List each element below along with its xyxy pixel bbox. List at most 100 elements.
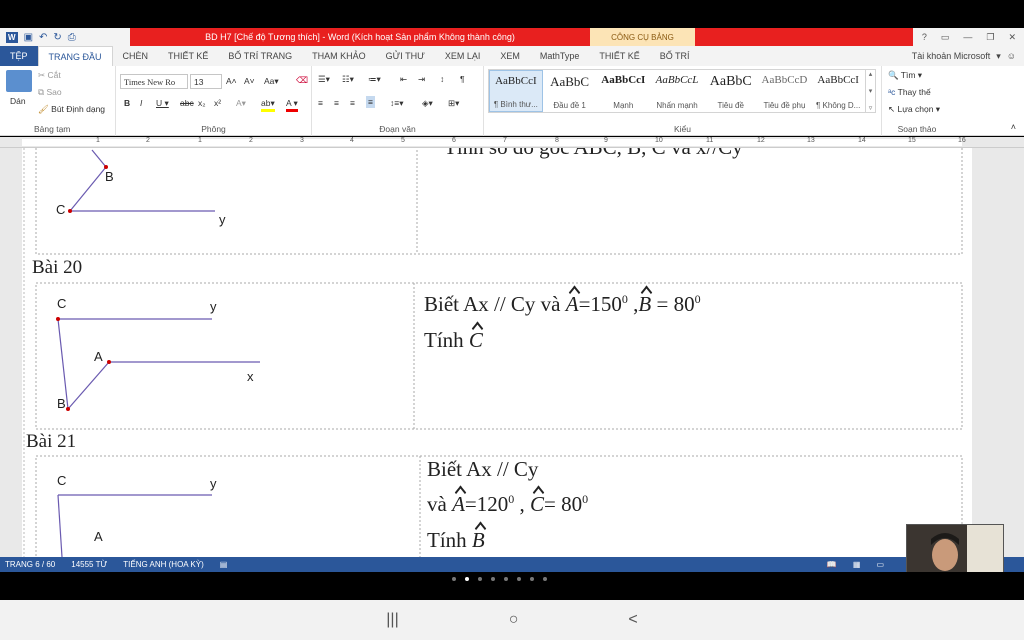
macro-icon[interactable]: ▤ <box>220 560 228 569</box>
page-dot[interactable] <box>491 577 495 581</box>
show-marks-icon[interactable]: ¶ <box>460 74 465 84</box>
borders-icon[interactable]: ⊞▾ <box>448 98 459 109</box>
horizontal-ruler[interactable]: 1 2 1 2 3 4 5 6 7 8 9 10 11 12 13 14 15 … <box>0 137 1024 148</box>
increase-indent-icon[interactable]: ⇥ <box>418 74 425 85</box>
chevron-up-icon[interactable]: ▴ <box>869 70 873 78</box>
text: , <box>514 492 530 516</box>
tab-review[interactable]: XEM LẠI <box>435 46 491 66</box>
help-icon[interactable]: ? <box>922 32 927 42</box>
tab-page-layout[interactable]: BỐ TRÍ TRANG <box>218 46 302 66</box>
italic-icon[interactable]: I <box>140 98 142 108</box>
tab-mailings[interactable]: GỬI THƯ <box>376 46 435 66</box>
multilevel-list-icon[interactable]: ≔▾ <box>368 74 381 85</box>
cut-button[interactable]: ✂ Cắt <box>38 70 61 81</box>
page-dot[interactable] <box>543 577 547 581</box>
page-count[interactable]: TRANG 6 / 60 <box>5 560 55 569</box>
recent-apps-icon[interactable]: ||| <box>386 611 398 629</box>
ruler-number: 1 <box>198 137 202 144</box>
styles-scroll[interactable]: ▴ ▾ ▿ <box>865 70 875 112</box>
tab-view[interactable]: XEM <box>490 46 530 66</box>
style-emphasis[interactable]: AaBbCcL Nhấn mạnh <box>650 70 704 112</box>
tab-references[interactable]: THAM KHẢO <box>302 46 376 66</box>
restore-icon[interactable]: ❐ <box>986 32 994 43</box>
text: và <box>427 492 453 516</box>
word-count[interactable]: 14555 TỪ <box>71 560 107 569</box>
tab-file[interactable]: TỆP <box>0 46 38 66</box>
close-icon[interactable]: ✕ <box>1008 32 1016 43</box>
align-center-icon[interactable]: ≡ <box>334 98 339 108</box>
tab-mathtype[interactable]: MathType <box>530 46 590 66</box>
grow-font-icon[interactable]: A˄ <box>226 76 237 86</box>
page-dot[interactable] <box>530 577 534 581</box>
print-preview-icon[interactable]: ⎙ <box>68 32 76 43</box>
web-layout-icon[interactable]: ▭ <box>876 560 884 569</box>
format-painter-button[interactable]: 🖌 Bút Định dạng <box>38 104 105 115</box>
page-dot-active[interactable] <box>465 577 469 581</box>
superscript-icon[interactable]: x² <box>214 98 221 108</box>
page-dot[interactable] <box>478 577 482 581</box>
ribbon-display-icon[interactable]: ▭ <box>941 32 950 43</box>
style-subtitle[interactable]: AaBbCcD Tiêu đề phụ <box>758 70 812 112</box>
text-effects-icon[interactable]: A▾ <box>236 98 246 109</box>
read-mode-icon[interactable]: 📖 <box>827 560 837 569</box>
document-page[interactable]: Tính số đo góc ABC, B, C và x//Cy B C y … <box>22 148 972 557</box>
shading-icon[interactable]: ◈▾ <box>422 98 433 109</box>
style-title[interactable]: AaBbC Tiêu đề <box>704 70 758 112</box>
language[interactable]: TIẾNG ANH (HOA KỲ) <box>123 560 203 569</box>
copy-label: Sao <box>46 87 62 97</box>
find-button[interactable]: 🔍 Tìm ▾ <box>888 70 922 81</box>
change-case-icon[interactable]: Aa▾ <box>264 76 279 87</box>
underline-icon[interactable]: U ▾ <box>156 98 169 109</box>
paste-icon[interactable] <box>6 70 32 92</box>
style-heading-1[interactable]: AaBbC Đầu đề 1 <box>543 70 597 112</box>
tab-table-design[interactable]: THIẾT KẾ <box>589 46 649 66</box>
align-right-icon[interactable]: ≡ <box>350 98 355 108</box>
shrink-font-icon[interactable]: A˅ <box>244 76 255 86</box>
tab-insert[interactable]: CHÈN <box>113 46 159 66</box>
tab-home[interactable]: TRANG ĐẦU <box>37 46 113 66</box>
replace-button[interactable]: ᵃc Thay thế <box>888 87 931 97</box>
back-icon[interactable]: < <box>628 611 637 629</box>
subscript-icon[interactable]: x₂ <box>198 98 206 108</box>
font-name-input[interactable]: Times New Ro <box>120 74 188 89</box>
ruler-number: 2 <box>146 137 150 144</box>
redo-icon[interactable]: ↻ <box>53 32 61 43</box>
sort-icon[interactable]: ↕ <box>440 74 444 84</box>
collapse-ribbon-icon[interactable]: ˄ <box>1011 122 1016 132</box>
minimize-icon[interactable]: — <box>963 32 972 42</box>
style-no-spacing[interactable]: AaBbCcI ¶ Không D... <box>811 70 865 112</box>
save-icon[interactable]: ▣ <box>24 32 33 43</box>
select-button[interactable]: ↖ Lựa chọn ▾ <box>888 104 940 115</box>
smiley-icon: ☺ <box>1006 51 1016 61</box>
bai21-given-angles: và A=1200 , C= 800 <box>427 492 588 517</box>
bullets-icon[interactable]: ☰▾ <box>318 74 330 85</box>
clipboard-group: Dán ✂ Cắt ⧉ Sao 🖌 Bút Định dạng Bảng tạm <box>0 66 116 136</box>
align-left-icon[interactable]: ≡ <box>318 98 323 108</box>
paste-button[interactable]: Dán <box>10 96 26 106</box>
decrease-indent-icon[interactable]: ⇤ <box>400 74 407 85</box>
clear-format-icon[interactable]: ⌫ <box>296 75 308 86</box>
bold-icon[interactable]: B <box>124 98 130 108</box>
style-strong[interactable]: AaBbCcI Mạnh <box>596 70 650 112</box>
font-color-icon[interactable]: A ▾ <box>286 98 298 112</box>
copy-button[interactable]: ⧉ Sao <box>38 87 62 98</box>
line-spacing-icon[interactable]: ↕≡▾ <box>390 98 403 109</box>
home-icon[interactable]: ○ <box>509 611 519 629</box>
numbering-icon[interactable]: ☷▾ <box>342 74 354 85</box>
justify-icon[interactable]: ≡ <box>366 96 375 108</box>
tab-table-layout[interactable]: BỐ TRÍ <box>650 46 700 66</box>
page-dot[interactable] <box>517 577 521 581</box>
more-icon[interactable]: ▿ <box>869 104 873 112</box>
font-size-input[interactable]: 13 <box>190 74 222 89</box>
strikethrough-icon[interactable]: abc <box>180 98 194 108</box>
undo-icon[interactable]: ↶ <box>39 32 47 43</box>
print-layout-icon[interactable]: ▦ <box>853 560 861 569</box>
page-dot[interactable] <box>452 577 456 581</box>
chevron-down-icon[interactable]: ▾ <box>869 87 873 95</box>
highlight-icon[interactable]: ab▾ <box>261 98 275 112</box>
page-dot[interactable] <box>504 577 508 581</box>
style-sample: AaBbCcI <box>817 74 859 86</box>
account[interactable]: Tài khoản Microsoft ▾ ☺ <box>912 46 1016 66</box>
tab-design[interactable]: THIẾT KẾ <box>158 46 218 66</box>
style-normal[interactable]: AaBbCcI ¶ Bình thư... <box>489 70 543 112</box>
